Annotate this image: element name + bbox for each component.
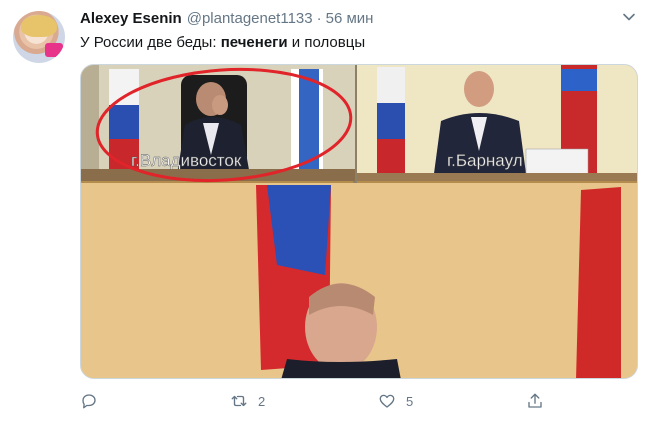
tweet-media[interactable]: г.Владивосток г.Барнаул bbox=[80, 64, 638, 379]
retweet-count: 2 bbox=[258, 393, 266, 409]
reply-icon bbox=[82, 394, 96, 409]
share-button[interactable] bbox=[526, 392, 554, 410]
tweet-time[interactable]: 56 мин bbox=[326, 10, 374, 27]
tweet-text-after: и половцы bbox=[287, 34, 366, 51]
wall-edge bbox=[81, 65, 99, 181]
flag-blue bbox=[109, 105, 139, 139]
avatar-hair bbox=[21, 15, 57, 37]
flag-white bbox=[109, 69, 139, 105]
nameplate bbox=[525, 148, 589, 176]
share-icon bbox=[528, 393, 542, 408]
avatar-badge bbox=[45, 43, 63, 57]
author-name[interactable]: Alexey Esenin bbox=[80, 10, 182, 27]
tweet-actions: 2 5 bbox=[80, 392, 640, 414]
like-count: 5 bbox=[406, 393, 414, 409]
tweet-text: У России две беды: печенеги и половцы bbox=[80, 34, 365, 51]
avatar[interactable] bbox=[13, 11, 65, 63]
chevron-down-icon[interactable] bbox=[622, 10, 636, 24]
tweet-header: Alexey Esenin @plantagenet1133 · 56 мин bbox=[80, 10, 373, 30]
tweet[interactable]: Alexey Esenin @plantagenet1133 · 56 мин … bbox=[0, 0, 654, 422]
tweet-text-before: У России две беды: bbox=[80, 34, 221, 51]
caption-left: г.Владивосток bbox=[131, 151, 242, 170]
tweet-text-bold: печенеги bbox=[220, 34, 288, 51]
separator: · bbox=[316, 10, 322, 27]
president-suit bbox=[281, 359, 401, 378]
flag2-white bbox=[377, 67, 405, 103]
reply-button[interactable] bbox=[80, 392, 108, 410]
retweet-icon bbox=[231, 395, 247, 407]
retweet-button[interactable]: 2 bbox=[230, 392, 265, 410]
regional-flag-right-blue bbox=[561, 69, 597, 91]
barnaul-head bbox=[464, 71, 494, 107]
caption-right: г.Барнаул bbox=[447, 151, 523, 170]
red-flag-right bbox=[576, 187, 621, 378]
governor-hand bbox=[212, 95, 228, 115]
desk-right bbox=[357, 173, 637, 181]
russian-flag-big-blue bbox=[267, 185, 331, 275]
like-button[interactable]: 5 bbox=[378, 392, 413, 410]
flag2-blue bbox=[377, 103, 405, 139]
heart-icon bbox=[379, 394, 395, 408]
author-handle[interactable]: @plantagenet1133 bbox=[187, 10, 313, 27]
media-image: г.Владивосток г.Барнаул bbox=[81, 65, 637, 378]
